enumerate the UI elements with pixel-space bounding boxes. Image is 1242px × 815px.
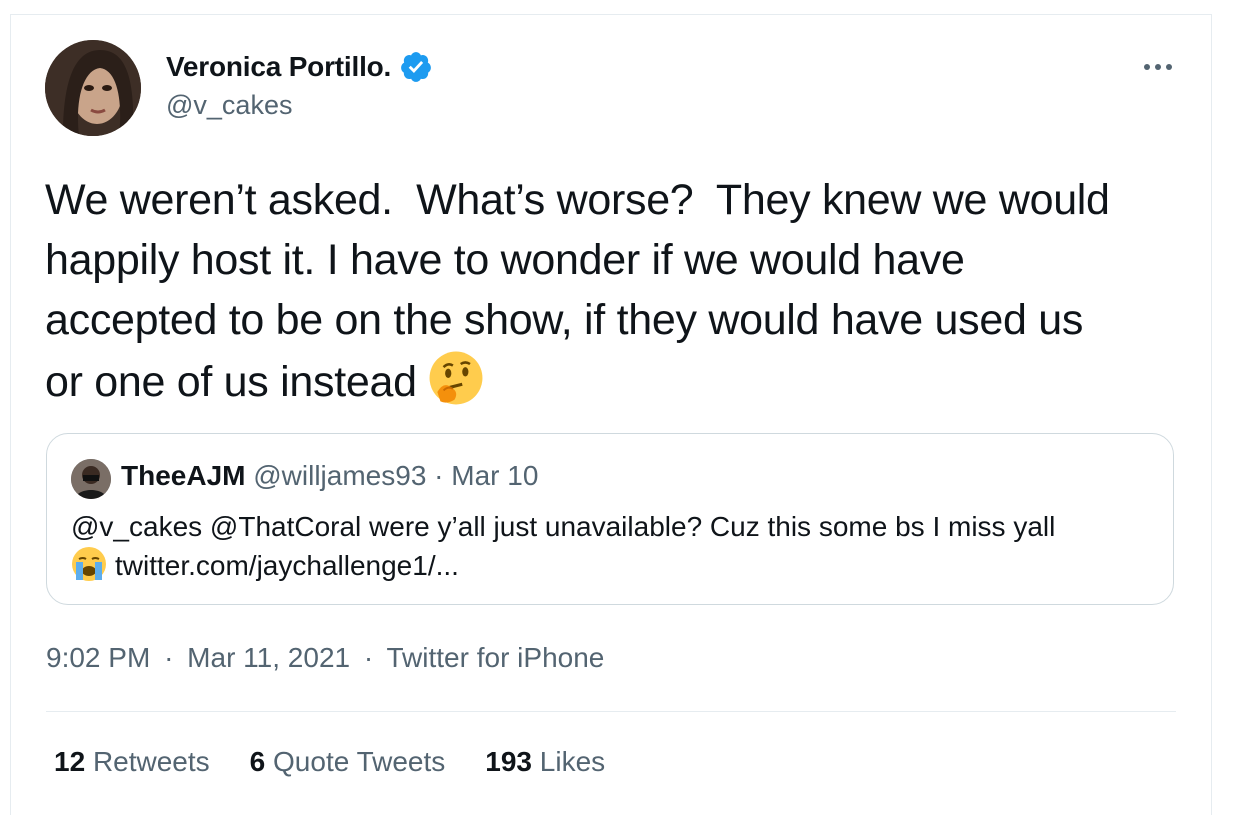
quoted-tweet-body: @v_cakes @ThatCoral were y’all just unav… — [71, 508, 1161, 585]
quoted-author-avatar[interactable] — [71, 459, 111, 499]
tweet-text-line: happily host it. I have to wonder if we … — [45, 236, 965, 284]
quoted-tweet-card[interactable]: TheeAJM @willjames93 · Mar 10 @v_cakes @… — [46, 433, 1174, 605]
tweet-text-line: We weren’t asked. What’s worse? They kne… — [45, 176, 1110, 224]
thinking-face-emoji-icon — [429, 351, 483, 405]
author-avatar[interactable] — [45, 40, 141, 136]
tweet-time[interactable]: 9:02 PM — [46, 642, 150, 673]
loudly-crying-face-emoji-icon — [72, 547, 106, 581]
likes-stat[interactable]: 193 Likes — [485, 746, 605, 778]
retweets-label: Retweets — [92, 746, 210, 777]
quoted-body-line-2: twitter.com/jaychallenge1/... — [71, 546, 1161, 585]
quoted-date[interactable]: Mar 10 — [451, 460, 538, 491]
quote-tweets-label: Quote Tweets — [273, 746, 446, 777]
quoted-separator: · — [434, 460, 444, 491]
retweets-count: 12 — [54, 746, 86, 777]
quoted-author-handle: @willjames93 — [253, 460, 427, 491]
likes-count: 193 — [485, 746, 532, 777]
quote-tweets-stat[interactable]: 6 Quote Tweets — [250, 746, 446, 778]
tweet-container — [10, 14, 1212, 815]
quote-tweets-count: 6 — [249, 746, 266, 777]
quoted-author-name[interactable]: TheeAJM — [121, 460, 245, 491]
likes-label: Likes — [539, 746, 606, 777]
author-display-name[interactable]: Veronica Portillo. — [166, 51, 391, 83]
stats-divider — [46, 711, 1176, 712]
tweet-text: We weren’t asked. What’s worse? They kne… — [45, 170, 1195, 412]
more-options-icon[interactable] — [1138, 52, 1178, 82]
tweet-date[interactable]: Mar 11, 2021 — [187, 642, 350, 673]
author-name-row: Veronica Portillo. — [166, 50, 433, 84]
retweets-stat[interactable]: 12 Retweets — [54, 746, 210, 778]
verified-badge-icon — [401, 52, 432, 82]
tweet-text-line: or one of us instead — [45, 358, 429, 406]
tweet-timestamp-row: 9:02 PM · Mar 11, 2021 · Twitter for iPh… — [46, 642, 604, 674]
quoted-body-link[interactable]: twitter.com/jaychallenge1/... — [115, 550, 459, 581]
timestamp-separator: · — [164, 642, 174, 673]
quoted-tweet-header: TheeAJM @willjames93 · Mar 10 — [121, 460, 538, 492]
tweet-stats: 12 Retweets 6 Quote Tweets 193 Likes — [54, 746, 605, 778]
tweet-text-line-last: or one of us instead — [45, 350, 1195, 412]
quoted-body-line: @v_cakes @ThatCoral were y’all just unav… — [71, 511, 1056, 542]
timestamp-separator: · — [363, 642, 374, 673]
tweet-source[interactable]: Twitter for iPhone — [386, 642, 604, 673]
author-handle[interactable]: @v_cakes — [166, 90, 292, 121]
tweet-text-line: accepted to be on the show, if they woul… — [45, 296, 1084, 344]
